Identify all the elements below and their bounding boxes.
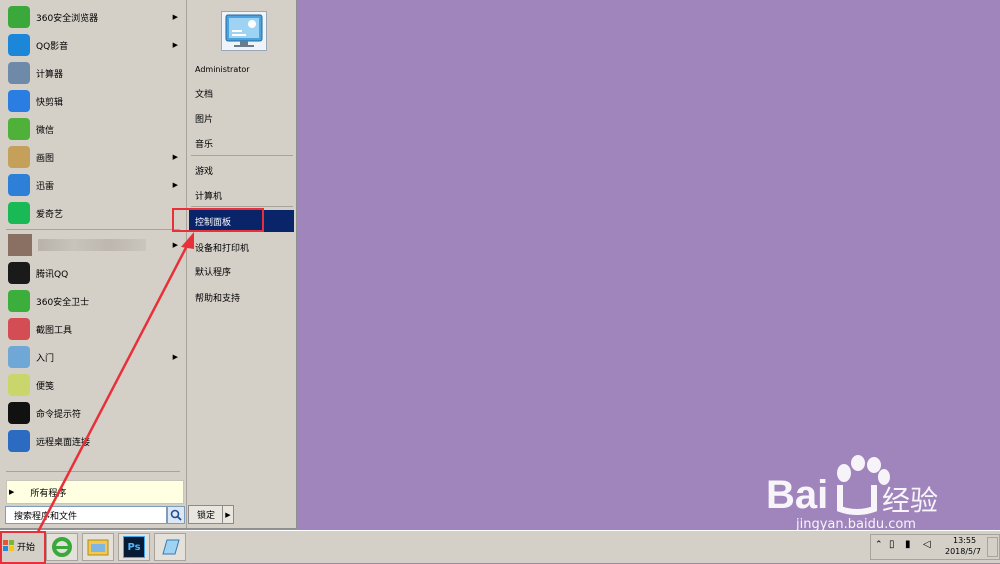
watermark-brand-cn: 经验 — [882, 484, 939, 517]
du-paw-icon — [837, 485, 877, 515]
watermark-url: jingyan.baidu.com — [796, 517, 916, 532]
baidu-watermark: Bai 经验 jingyan.baidu.com — [758, 455, 994, 535]
watermark-brand: Bai — [766, 473, 829, 517]
